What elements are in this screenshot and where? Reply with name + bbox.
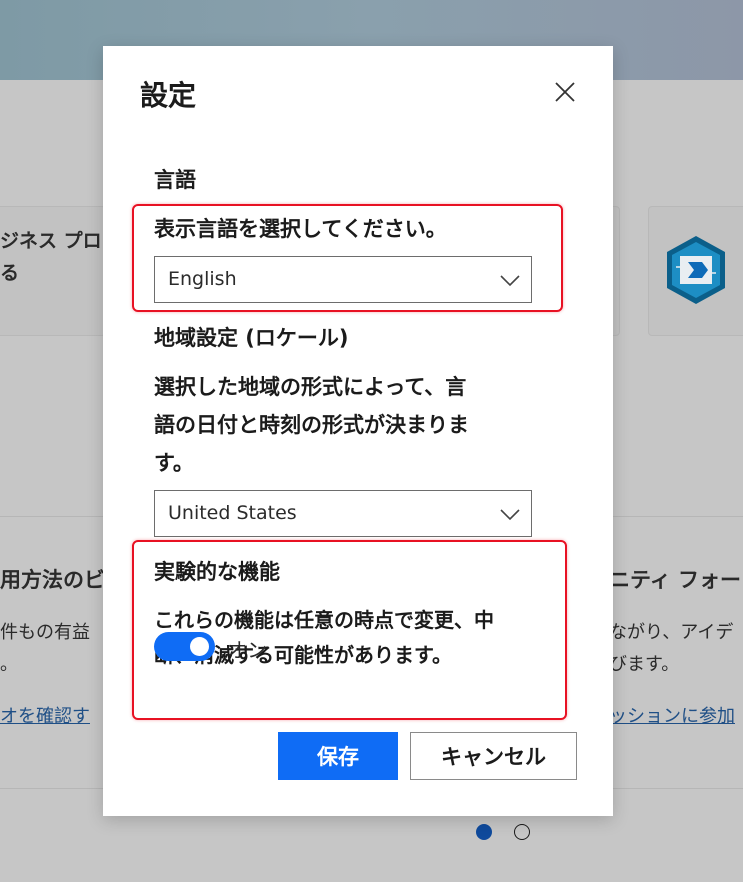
card-title-cont: る	[0, 262, 20, 284]
locale-description: 選択した地域の形式によって、言 語の日付と時刻の形式が決まりま す。	[154, 368, 469, 482]
learn-section-text: 件もの有益	[0, 622, 90, 643]
cancel-button[interactable]: キャンセル	[410, 732, 577, 780]
chevron-down-icon	[500, 509, 520, 521]
settings-dialog: 設定 言語 表示言語を選択してください。 English 地域設定 (ロケール)…	[103, 46, 613, 816]
locale-description-line: す。	[154, 451, 194, 475]
community-section-title: ニティ フォー	[609, 568, 742, 592]
close-icon[interactable]	[553, 80, 577, 104]
language-selected-value: English	[168, 268, 237, 290]
locale-description-line: 語の日付と時刻の形式が決まりま	[154, 413, 469, 437]
save-button[interactable]: 保存	[278, 732, 398, 780]
language-prompt: 表示言語を選択してください。	[154, 217, 447, 241]
language-dropdown[interactable]: English	[154, 256, 532, 303]
chevron-down-icon	[500, 275, 520, 287]
learn-section-title: 用方法のビ	[0, 568, 105, 592]
locale-section-label: 地域設定 (ロケール)	[154, 326, 349, 350]
experimental-section-label: 実験的な機能	[154, 560, 280, 584]
learn-section-text: 。	[0, 654, 18, 675]
community-section-text: ながり、アイデ	[609, 622, 734, 643]
locale-dropdown[interactable]: United States	[154, 490, 532, 537]
carousel-dot-active[interactable]	[476, 824, 492, 840]
toggle-knob	[190, 637, 209, 656]
language-section-label: 言語	[154, 168, 196, 192]
dialog-title: 設定	[140, 79, 197, 112]
locale-description-line: 選択した地域の形式によって、言	[154, 375, 467, 399]
locale-selected-value: United States	[168, 502, 297, 524]
community-section-text: びます。	[609, 654, 680, 675]
power-automate-icon	[667, 236, 725, 304]
experimental-features-toggle[interactable]	[154, 632, 215, 661]
toggle-label: オン	[227, 638, 267, 662]
join-session-link[interactable]: ッションに参加	[609, 702, 735, 728]
card-title: ジネス プロ	[0, 230, 102, 252]
carousel-dot[interactable]	[514, 824, 530, 840]
watch-video-link[interactable]: オを確認す	[0, 702, 90, 728]
